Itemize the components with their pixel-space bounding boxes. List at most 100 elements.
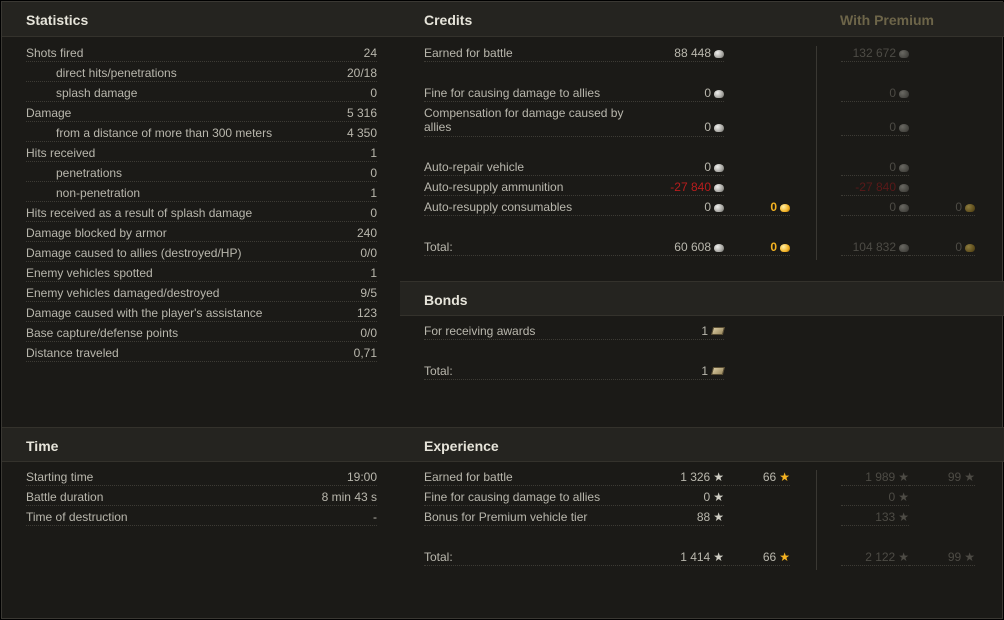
stat-value: 4 350 [346, 126, 377, 140]
bonds-awards-row: For receiving awards 1 [424, 321, 726, 340]
stat-label: Hits received [26, 146, 96, 160]
stat-row: penetrations 0 [26, 163, 377, 182]
stat-row: Shots fired 24 [26, 43, 377, 62]
stat-value: 1 [370, 146, 377, 160]
stat-value: 0 [370, 206, 377, 220]
star-icon: ★ [898, 510, 909, 524]
credits-compensation-premium-cell: 0 [841, 117, 909, 136]
credits-header: Credits With Premium [400, 2, 1004, 37]
xp-earned-label: Earned for battle [424, 470, 513, 484]
stat-value: 1 [370, 266, 377, 280]
gold-star-icon: ★ [964, 470, 975, 484]
with-premium-title: With Premium [840, 12, 934, 28]
time-row: Time of destruction - [26, 507, 377, 526]
silver-coin-icon [714, 50, 724, 58]
xp-earned-value: 1 326 [680, 470, 711, 484]
bonds-total-label: Total: [424, 364, 453, 378]
gold-coin-icon [780, 204, 790, 212]
silver-coin-icon [899, 204, 909, 212]
xp-fine-premium: 0 [888, 490, 896, 504]
time-label: Starting time [26, 470, 94, 484]
credits-total-label: Total: [424, 240, 453, 254]
xp-total-premium: 2 122 [865, 550, 896, 564]
star-icon: ★ [713, 470, 724, 484]
stat-label: Base capture/defense points [26, 326, 179, 340]
stat-label: Damage blocked by armor [26, 226, 167, 240]
stat-label: Damage caused to allies (destroyed/HP) [26, 246, 242, 260]
star-icon: ★ [713, 510, 724, 524]
credits-earned-label: Earned for battle [424, 46, 513, 60]
stat-value: 0 [370, 86, 377, 100]
gold-star-icon: ★ [779, 470, 790, 484]
silver-coin-icon [899, 184, 909, 192]
xp-bonus-premium: 133 [875, 510, 896, 524]
bonds-header: Bonds [400, 281, 1004, 316]
stat-value: 123 [356, 306, 377, 320]
credits-compensation-label-2: allies [424, 120, 452, 134]
xp-earned-free-cell: 66 ★ [724, 467, 790, 486]
xp-total-free: 66 [762, 550, 777, 564]
silver-coin-icon [899, 124, 909, 132]
credits-ammo-value: -27 840 [670, 180, 711, 194]
xp-premium-divider [816, 470, 817, 570]
battle-results-panel: Statistics Credits With Premium Shots fi… [1, 1, 1004, 619]
silver-coin-icon [899, 50, 909, 58]
silver-coin-icon [714, 244, 724, 252]
bonds-total-value: 1 [701, 364, 708, 378]
xp-earned-premium-free-cell: 99 ★ [909, 467, 975, 486]
stat-row: Base capture/defense points 0/0 [26, 323, 377, 342]
stat-label: Enemy vehicles damaged/destroyed [26, 286, 220, 300]
xp-bonus-row: Bonus for Premium vehicle tier 88 ★ [424, 507, 724, 526]
stat-value: 0/0 [360, 246, 377, 260]
time-value: 8 min 43 s [321, 490, 377, 504]
star-icon: ★ [898, 490, 909, 504]
star-icon: ★ [898, 550, 909, 564]
credits-total-premium-gold-cell: 0 [909, 237, 975, 256]
xp-earned-premium: 1 989 [865, 470, 896, 484]
silver-coin-icon [899, 244, 909, 252]
credits-consumables-premium-gold: 0 [955, 200, 962, 214]
credits-consumables-gold-cell: 0 [724, 197, 790, 216]
bond-icon [710, 327, 726, 335]
star-icon: ★ [898, 470, 909, 484]
stat-label: Damage caused with the player's assistan… [26, 306, 263, 320]
credits-earned-row: Earned for battle 88 448 [424, 43, 724, 62]
credits-compensation-row: Compensation for damage caused by allies… [424, 103, 724, 137]
silver-coin-icon [714, 204, 724, 212]
xp-earned-row: Earned for battle 1 326 ★ [424, 467, 724, 486]
credits-total-premium: 104 832 [852, 240, 896, 254]
gold-star-icon: ★ [779, 550, 790, 564]
credits-compensation-label-1: Compensation for damage caused by [424, 106, 624, 120]
xp-fine-value: 0 [703, 490, 711, 504]
statistics-header: Statistics [2, 2, 400, 37]
time-value: - [373, 510, 377, 524]
stat-label: from a distance of more than 300 meters [56, 126, 273, 140]
credits-total-row: Total: 60 608 [424, 237, 724, 256]
xp-earned-free: 66 [762, 470, 777, 484]
xp-total-row: Total: 1 414 ★ [424, 547, 724, 566]
credits-ammo-premium: -27 840 [855, 180, 896, 194]
xp-earned-premium-cell: 1 989 ★ [841, 467, 909, 486]
bonds-title: Bonds [424, 292, 468, 308]
stat-value: 20/18 [346, 66, 377, 80]
credits-compensation-value: 0 [704, 120, 711, 134]
credits-total-premium-gold: 0 [955, 240, 962, 254]
stat-value: 0 [370, 166, 377, 180]
stat-row: Damage caused to allies (destroyed/HP) 0/… [26, 243, 377, 262]
credits-consumables-premium-gold-cell: 0 [909, 197, 975, 216]
bonds-awards-label: For receiving awards [424, 324, 536, 338]
stat-row: Hits received as a result of splash dama… [26, 203, 377, 222]
xp-fine-premium-cell: 0 ★ [841, 487, 909, 506]
xp-bonus-premium-cell: 133 ★ [841, 507, 909, 526]
star-icon: ★ [713, 490, 724, 504]
credits-ammo-label: Auto-resupply ammunition [424, 180, 564, 194]
stat-label: Enemy vehicles spotted [26, 266, 153, 280]
silver-coin-icon [714, 164, 724, 172]
silver-coin-icon [714, 184, 724, 192]
gold-coin-icon [965, 244, 975, 252]
experience-title: Experience [424, 438, 499, 454]
credits-title: Credits [424, 12, 473, 28]
time-row: Starting time 19:00 [26, 467, 377, 486]
stat-label: penetrations [56, 166, 123, 180]
credits-fine-label: Fine for causing damage to allies [424, 86, 601, 100]
